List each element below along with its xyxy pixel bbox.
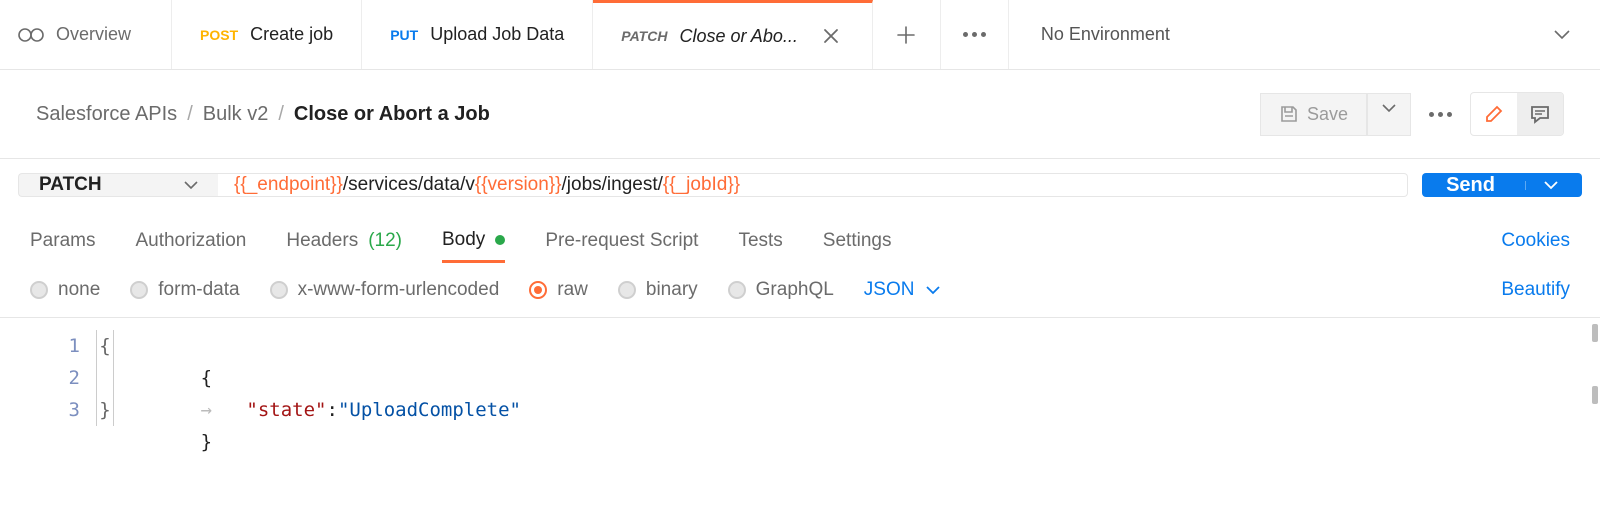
code-line: { — [132, 330, 1584, 362]
beautify-button[interactable]: Beautify — [1501, 279, 1570, 301]
chevron-down-icon — [926, 286, 940, 295]
header-row: Salesforce APIs / Bulk v2 / Close or Abo… — [0, 70, 1600, 159]
radio-icon — [270, 281, 288, 299]
method-badge: PUT — [390, 27, 418, 43]
method-value: PATCH — [39, 174, 102, 196]
radio-icon — [728, 281, 746, 299]
url-part-var: {{_endpoint}} — [234, 174, 343, 196]
method-badge: PATCH — [621, 28, 667, 44]
breadcrumb-current: Close or Abort a Job — [294, 103, 490, 126]
dots-icon — [1429, 112, 1452, 117]
view-mode-group — [1470, 92, 1564, 136]
breadcrumb-folder[interactable]: Bulk v2 — [203, 103, 269, 126]
tab-upload-job-data[interactable]: PUT Upload Job Data — [362, 0, 593, 69]
save-button[interactable]: Save — [1260, 93, 1367, 136]
send-dropdown[interactable] — [1525, 181, 1558, 190]
radio-icon — [30, 281, 48, 299]
close-tab-button[interactable] — [818, 23, 844, 49]
body-type-raw[interactable]: raw — [529, 279, 588, 301]
tab-close-or-abort[interactable]: PATCH Close or Abo... — [593, 0, 873, 69]
body-editor[interactable]: 1 2 3 { } { → "state":"UploadComplete" } — [0, 317, 1600, 466]
edit-mode-button[interactable] — [1471, 93, 1517, 135]
send-label: Send — [1446, 174, 1495, 197]
body-type-urlencoded[interactable]: x-www-form-urlencoded — [270, 279, 500, 301]
tab-create-job[interactable]: POST Create job — [172, 0, 362, 69]
tab-settings[interactable]: Settings — [823, 220, 892, 262]
cookies-link[interactable]: Cookies — [1501, 220, 1570, 262]
tab-authorization[interactable]: Authorization — [135, 220, 246, 262]
tab-title: Close or Abo... — [679, 26, 797, 47]
url-input[interactable]: {{_endpoint}} /services/data/v {{version… — [218, 173, 1408, 197]
code-line: → "state":"UploadComplete" — [132, 362, 1584, 394]
body-type-none[interactable]: none — [30, 279, 100, 301]
header-actions: Save — [1260, 92, 1564, 136]
body-type-graphql[interactable]: GraphQL — [728, 279, 834, 301]
save-dropdown[interactable] — [1367, 93, 1411, 136]
environment-label: No Environment — [1041, 24, 1170, 45]
tab-title: Upload Job Data — [430, 24, 564, 45]
url-part-plain: /jobs/ingest/ — [562, 174, 663, 196]
request-tabs: Params Authorization Headers (12) Body P… — [0, 209, 1600, 263]
body-type-selector: none form-data x-www-form-urlencoded raw… — [0, 263, 1600, 311]
body-indicator-dot — [495, 235, 505, 245]
method-badge: POST — [200, 27, 238, 43]
breadcrumb-sep: / — [187, 103, 193, 126]
more-actions-button[interactable] — [1429, 112, 1452, 117]
body-type-form-data[interactable]: form-data — [130, 279, 239, 301]
line-gutter: 1 2 3 — [0, 318, 96, 466]
scroll-indicator — [1590, 318, 1600, 466]
overview-label: Overview — [56, 24, 131, 45]
tab-overflow-button[interactable] — [941, 0, 1009, 69]
url-row: PATCH {{_endpoint}} /services/data/v {{v… — [0, 159, 1600, 209]
tab-tests[interactable]: Tests — [738, 220, 782, 262]
overview-icon — [18, 25, 44, 45]
chevron-down-icon — [1554, 30, 1570, 40]
tab-params[interactable]: Params — [30, 220, 95, 262]
send-button[interactable]: Send — [1422, 173, 1582, 197]
body-language-select[interactable]: JSON — [864, 279, 941, 301]
url-part-plain: /services/data/v — [343, 174, 475, 196]
save-label: Save — [1307, 104, 1348, 125]
environment-selector[interactable]: No Environment — [1009, 0, 1600, 69]
chevron-down-icon — [184, 181, 198, 190]
dots-icon — [963, 32, 986, 37]
radio-icon — [618, 281, 636, 299]
breadcrumb-sep: / — [278, 103, 284, 126]
tab-headers[interactable]: Headers (12) — [286, 220, 402, 262]
comment-mode-button[interactable] — [1517, 93, 1563, 135]
radio-icon — [529, 281, 547, 299]
overview-tab[interactable]: Overview — [0, 0, 172, 69]
tab-bar: Overview POST Create job PUT Upload Job … — [0, 0, 1600, 70]
body-type-binary[interactable]: binary — [618, 279, 698, 301]
save-icon — [1279, 104, 1299, 124]
new-tab-button[interactable] — [873, 0, 941, 69]
headers-count: (12) — [368, 230, 402, 252]
breadcrumb-root[interactable]: Salesforce APIs — [36, 103, 177, 126]
url-part-var: {{version}} — [475, 174, 562, 196]
breadcrumb: Salesforce APIs / Bulk v2 / Close or Abo… — [36, 103, 490, 126]
tab-title: Create job — [250, 24, 333, 45]
radio-icon — [130, 281, 148, 299]
tab-pre-request[interactable]: Pre-request Script — [545, 220, 698, 262]
fold-column: { } — [96, 318, 114, 466]
http-method-select[interactable]: PATCH — [18, 173, 218, 197]
url-part-var: {{_jobId}} — [663, 174, 740, 196]
tab-body[interactable]: Body — [442, 219, 505, 263]
code-area[interactable]: { → "state":"UploadComplete" } — [114, 318, 1600, 466]
